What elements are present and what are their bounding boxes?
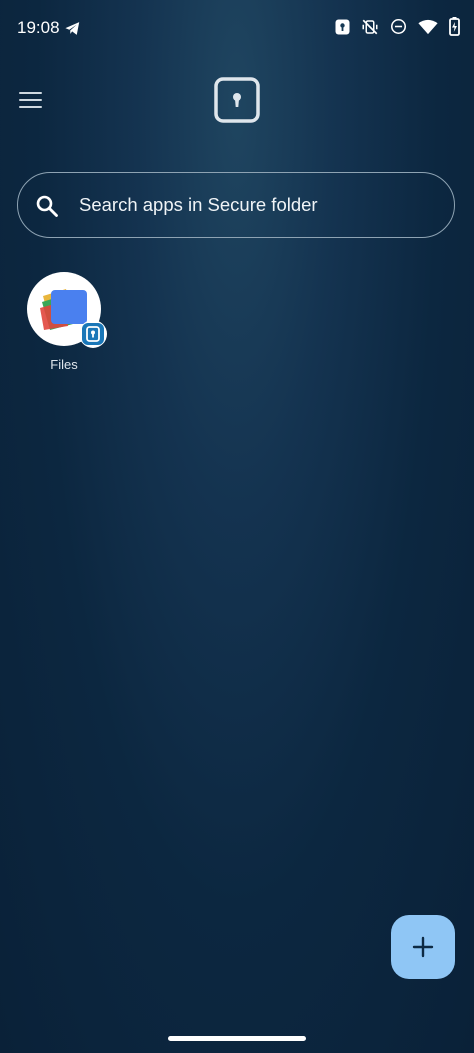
do-not-disturb-icon: [390, 18, 407, 35]
wifi-icon: [418, 19, 438, 34]
secure-folder-badge-icon: [79, 320, 107, 348]
app-icon-background: [27, 272, 107, 348]
search-input[interactable]: Search apps in Secure folder: [17, 172, 455, 238]
app-label: Files: [50, 357, 78, 372]
battery-charging-icon: [449, 17, 460, 36]
hamburger-menu-icon[interactable]: [19, 90, 43, 112]
gesture-navigation-handle[interactable]: [168, 1036, 306, 1041]
secure-folder-status-icon: [335, 19, 350, 34]
status-time: 19:08: [17, 18, 60, 37]
telegram-icon: [65, 22, 80, 35]
secure-folder-icon: [214, 77, 260, 123]
search-icon: [36, 195, 58, 217]
status-icons: [335, 17, 460, 36]
search-placeholder: Search apps in Secure folder: [79, 194, 318, 215]
vibrate-off-icon: [362, 19, 378, 34]
add-app-button[interactable]: [391, 915, 455, 979]
app-tile-files[interactable]: Files: [22, 270, 107, 374]
plus-icon: [412, 936, 434, 958]
status-bar: 19:08: [0, 0, 474, 58]
